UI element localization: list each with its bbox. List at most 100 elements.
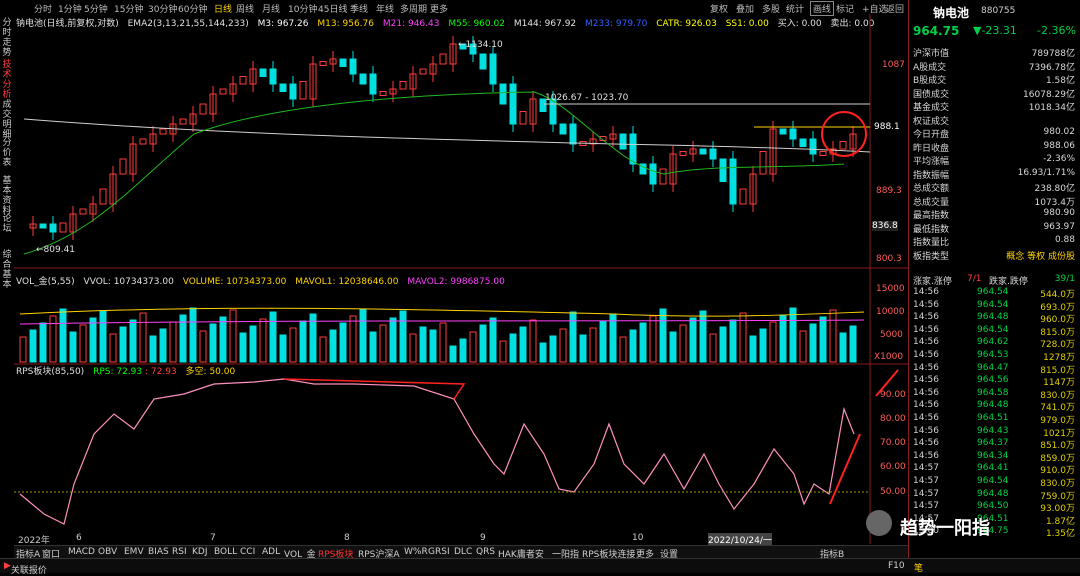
quote-panel: 钠电池 880755 964.75 ▼-23.31 -2.36% 沪深市值 789…: [908, 0, 1080, 560]
stat-row: 昨日收盘 988.06: [913, 141, 1079, 154]
candle-body: [419, 68, 427, 75]
candle-body: [569, 123, 577, 145]
month-label-6: 6: [76, 533, 82, 543]
volume-bar: [249, 325, 257, 363]
candle-body: [519, 111, 527, 125]
tick-volume: 693.0万: [1040, 302, 1075, 313]
volume-bar: [809, 323, 817, 363]
indicator-tab-3[interactable]: OBV: [98, 547, 117, 557]
indicator-tab-6[interactable]: RSI: [172, 547, 187, 557]
candle-body: [399, 81, 407, 90]
indicator-tab-9[interactable]: CCI: [240, 547, 255, 557]
volume-bar: [39, 322, 47, 363]
volume-bar: [639, 322, 647, 363]
stat-row: 权证成交: [913, 114, 1079, 127]
candle-body: [299, 81, 307, 100]
volume-bar: [509, 333, 517, 363]
volume-bar: [129, 319, 137, 363]
price-change-pct: -2.36%: [1037, 24, 1076, 37]
tick-row: 14:56 964.51 979.0万: [913, 413, 1079, 426]
left-nav-item-1[interactable]: 技术分析: [1, 60, 13, 100]
right-toolbar: 复权 叠加 多股 统计 画线 标记 +自选 返回: [700, 0, 908, 16]
left-nav-item-3[interactable]: 分价表: [1, 138, 13, 168]
indicator-tab-2[interactable]: MACD: [68, 547, 95, 557]
rps-strong-line: [283, 378, 466, 400]
vol-axis-1: 15000: [876, 284, 905, 294]
candle-body: [279, 83, 287, 92]
volume-bar: [689, 317, 697, 363]
tick-volume: 830.0万: [1040, 390, 1075, 401]
left-nav-item-0[interactable]: 分时走势: [1, 18, 13, 58]
left-nav-item-2[interactable]: 成交明细: [1, 100, 13, 140]
stat-row: 今日开盘 980.02: [913, 127, 1079, 140]
candle-body: [729, 158, 737, 205]
volume-bar: [649, 315, 657, 363]
indicator-tab-14[interactable]: W%R: [404, 547, 428, 557]
f10-button[interactable]: F10: [888, 561, 905, 571]
price-axis-2: 988.1: [874, 122, 900, 132]
high-annotation: ←1134.10: [458, 40, 503, 50]
stat-row: 指数振幅 16.93/1.71%: [913, 168, 1079, 181]
tick-row: 14:56 964.54 693.0万: [913, 300, 1079, 313]
stat-key: 今日开盘: [913, 130, 950, 140]
candle-body: [79, 208, 87, 215]
candle-body: [809, 138, 817, 155]
volume-bar: [759, 328, 767, 363]
volume-bar: [319, 336, 327, 363]
tick-row: 14:57 964.50 93.00万: [913, 501, 1079, 514]
candle-body: [679, 151, 687, 156]
volume-bar: [99, 310, 107, 363]
candle-body: [159, 128, 167, 135]
up-label: 涨家.涨停: [913, 277, 952, 287]
volume-value: VOLUME: 10734373.00: [182, 277, 287, 287]
left-nav-item-6[interactable]: 综合基本: [1, 250, 13, 290]
candle-body: [219, 88, 227, 95]
volume-bar: [229, 309, 237, 363]
volume-bar: [539, 342, 547, 363]
indicator-tab-17[interactable]: QRS: [476, 547, 495, 557]
tick-row: 14:57 964.54 830.0万: [913, 476, 1079, 489]
tick-price: 964.62: [977, 337, 1009, 348]
stat-key: 沪深市值: [913, 49, 950, 59]
candle-body: [239, 76, 247, 85]
high-price: 1134.10: [465, 40, 503, 50]
indicator-tab-5[interactable]: BIAS: [148, 547, 169, 557]
stat-row: 总成交额 238.80亿: [913, 181, 1079, 194]
indicator-tabs: 指标A 窗口 MACD OBV EMV BIAS RSI KDJ BOLL CCI ADL VOL_金…: [14, 545, 908, 560]
left-nav-item-4[interactable]: 基本资料: [1, 176, 13, 216]
volume-bar: [209, 323, 217, 363]
stat-value: 概念 等权 成份股: [1006, 251, 1075, 262]
low-price: 809.41: [43, 245, 76, 255]
indicator-tab-16[interactable]: DLC: [454, 547, 472, 557]
volume-bar: [469, 331, 477, 363]
price-change: ▼-23.31: [973, 24, 1017, 37]
volume-bar: [489, 317, 497, 363]
status-left: ▶ 关联报价: [4, 561, 47, 576]
stat-row: 板指类型 概念 等权 成份股: [913, 249, 1079, 262]
bull-bear-value: 多空: 50.00: [185, 367, 236, 377]
indicator-tab-8[interactable]: BOLL: [214, 547, 237, 557]
tick-price: 964.53: [977, 350, 1009, 360]
left-nav-item-5[interactable]: 论坛: [1, 214, 13, 234]
watermark: 趋势一阳指: [900, 518, 990, 539]
volume-bar: [189, 307, 197, 363]
tick-price: 964.48: [977, 488, 1009, 499]
volume-bar: [409, 333, 417, 363]
indicator-tab-7[interactable]: KDJ: [192, 547, 208, 557]
tick-row: 14:56 964.48 741.0万: [913, 400, 1079, 413]
indicator-tab-4[interactable]: EMV: [124, 547, 144, 557]
volume-bar: [629, 329, 637, 363]
volume-bar: [799, 330, 807, 363]
down-count: 39/1: [1054, 274, 1075, 284]
tick-price: 964.47: [977, 362, 1009, 373]
stat-key: 指数量比: [913, 238, 950, 248]
tick-volume: 1.35亿: [1045, 529, 1075, 540]
tick-volume: 815.0万: [1040, 365, 1075, 376]
tick-price: 964.48: [977, 400, 1009, 411]
tick-volume: 815.0万: [1040, 327, 1075, 338]
volume-bar: [769, 321, 777, 363]
indicator-tab-10[interactable]: ADL: [262, 547, 280, 557]
indicator-tab-15[interactable]: GRSI: [428, 547, 450, 557]
tick-price: 964.43: [977, 425, 1009, 436]
volume-bar: [529, 319, 537, 363]
